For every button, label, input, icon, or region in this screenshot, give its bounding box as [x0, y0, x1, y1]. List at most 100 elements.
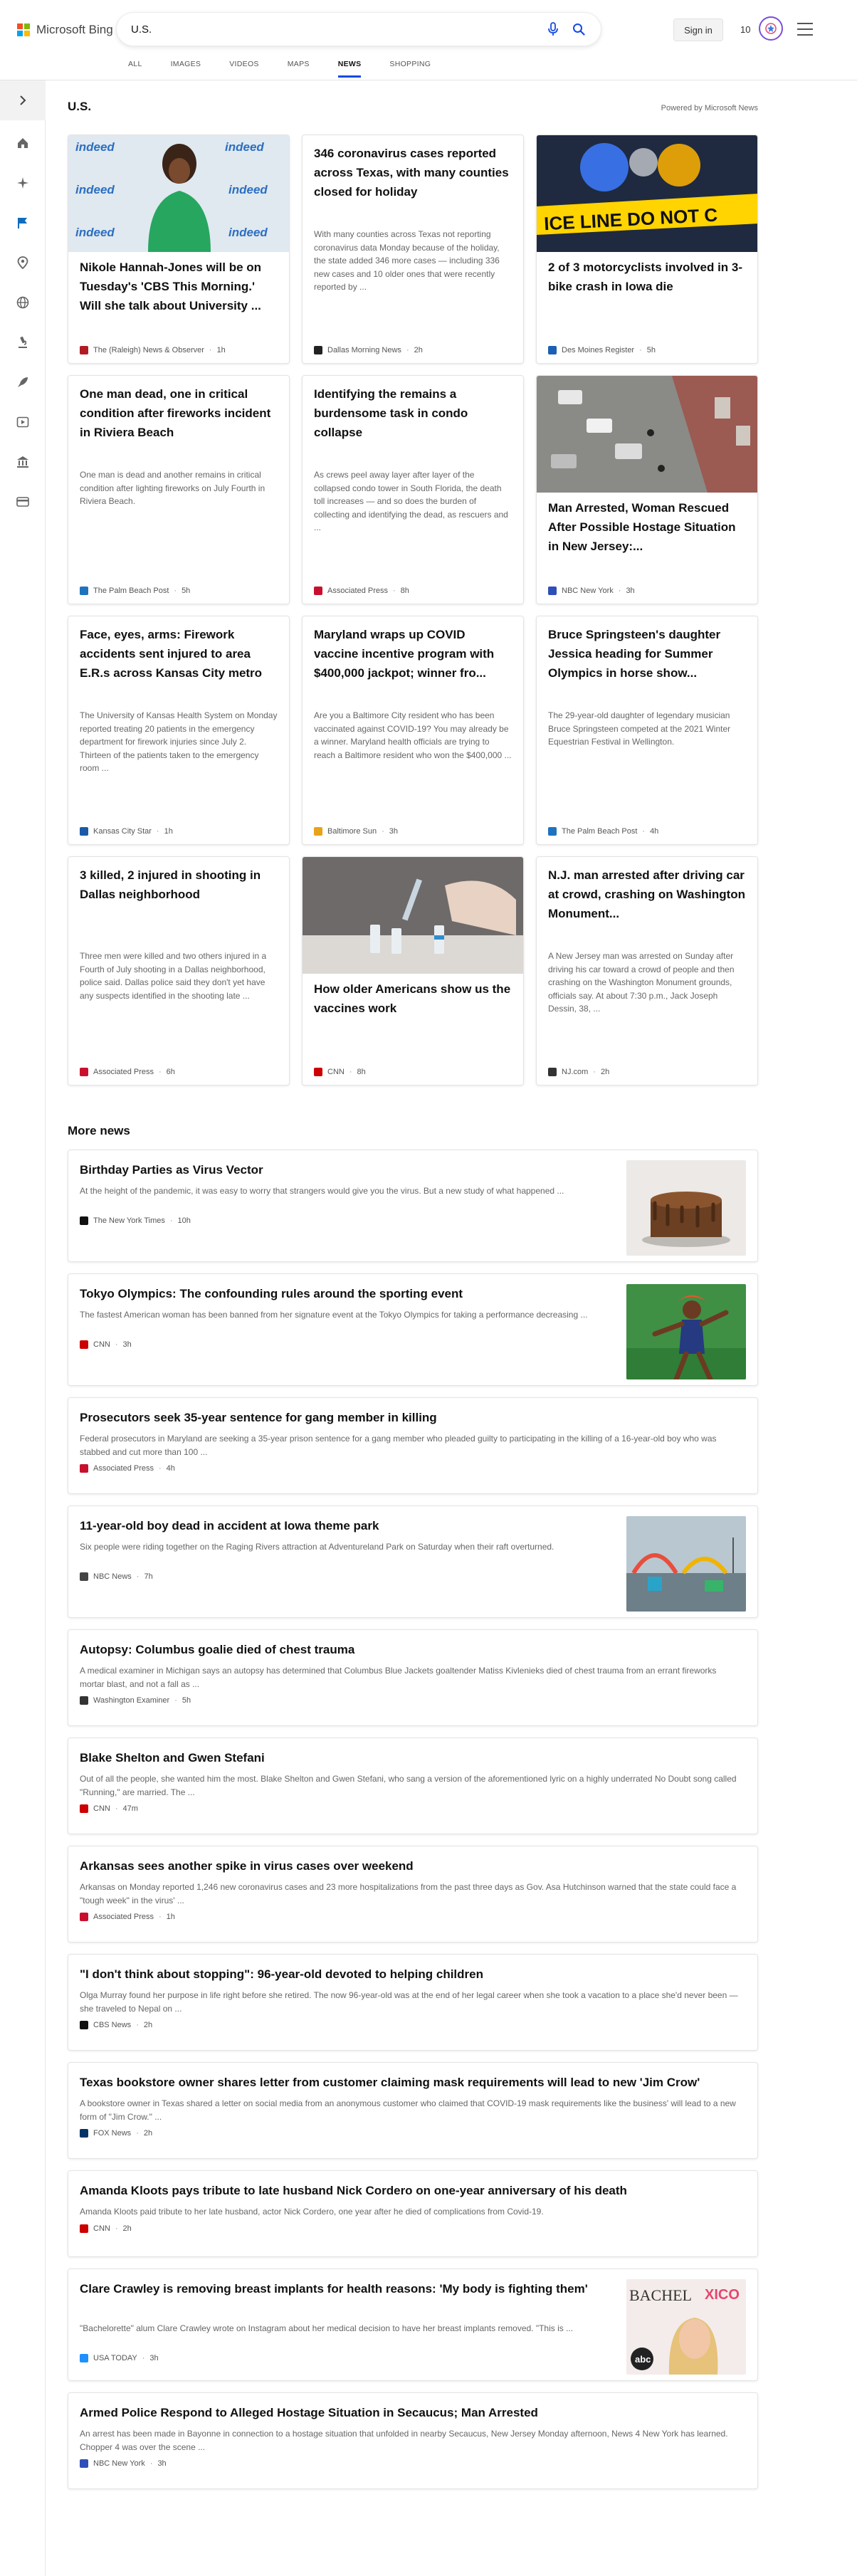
publisher-name[interactable]: CBS News — [93, 2021, 131, 2029]
microscope-icon[interactable] — [14, 334, 31, 351]
news-card-image[interactable] — [537, 376, 757, 493]
more-news-title-link[interactable]: Blake Shelton and Gwen Stefani — [80, 1749, 742, 1767]
publisher-name[interactable]: CNN — [93, 1804, 110, 1813]
home-icon[interactable] — [14, 135, 31, 152]
more-news-title-link[interactable]: Arkansas sees another spike in virus cas… — [80, 1857, 742, 1876]
publisher-name[interactable]: Associated Press — [93, 1068, 154, 1076]
publisher-name[interactable]: The Palm Beach Post — [562, 827, 637, 836]
sparkle-icon[interactable] — [14, 174, 31, 191]
flag-icon[interactable] — [14, 214, 31, 231]
news-card-title[interactable]: 346 coronavirus cases reported across Te… — [314, 144, 512, 201]
publisher-name[interactable]: The Palm Beach Post — [93, 587, 169, 595]
bing-logo[interactable]: Microsoft Bing — [17, 23, 113, 37]
news-card-title[interactable]: N.J. man arrested after driving car at c… — [548, 866, 746, 923]
tab-videos[interactable]: VIDEOS — [229, 58, 258, 78]
more-news-item[interactable]: 11-year-old boy dead in accident at Iowa… — [68, 1505, 758, 1618]
more-news-item[interactable]: Tokyo Olympics: The confounding rules ar… — [68, 1273, 758, 1386]
news-card[interactable]: Identifying the remains a burdensome tas… — [302, 375, 524, 604]
microphone-icon[interactable] — [545, 21, 561, 37]
tab-shopping[interactable]: SHOPPING — [389, 58, 431, 78]
publisher-name[interactable]: CNN — [327, 1068, 345, 1076]
more-news-title-link[interactable]: Prosecutors seek 35-year sentence for ga… — [80, 1409, 742, 1427]
expand-icon[interactable] — [0, 80, 46, 120]
publisher-name[interactable]: Associated Press — [327, 587, 388, 595]
publisher-name[interactable]: NBC New York — [562, 587, 614, 595]
more-news-item[interactable]: Blake Shelton and Gwen Stefani Out of all… — [68, 1738, 758, 1834]
more-news-title-link[interactable]: Amanda Kloots pays tribute to late husba… — [80, 2182, 742, 2200]
more-news-thumbnail[interactable] — [626, 1516, 746, 1612]
publisher-name[interactable]: The New York Times — [93, 1216, 165, 1225]
news-card-title[interactable]: How older Americans show us the vaccines… — [314, 979, 512, 1018]
more-news-item[interactable]: Texas bookstore owner shares letter from… — [68, 2062, 758, 2159]
news-card-title[interactable]: Face, eyes, arms: Firework accidents sen… — [80, 625, 278, 683]
more-news-item[interactable]: Arkansas sees another spike in virus cas… — [68, 1846, 758, 1942]
publisher-name[interactable]: Dallas Morning News — [327, 346, 401, 354]
publisher-name[interactable]: NBC News — [93, 1572, 132, 1581]
publisher-name[interactable]: Baltimore Sun — [327, 827, 377, 836]
more-news-title-link[interactable]: Tokyo Olympics: The confounding rules ar… — [80, 1285, 606, 1303]
menu-icon[interactable] — [797, 23, 813, 36]
more-news-item[interactable]: Clare Crawley is removing breast implant… — [68, 2269, 758, 2381]
news-card[interactable]: Bruce Springsteen's daughter Jessica hea… — [536, 616, 758, 845]
location-pin-icon[interactable] — [14, 254, 31, 271]
more-news-thumbnail[interactable] — [626, 1160, 746, 1256]
publisher-name[interactable]: NJ.com — [562, 1068, 588, 1076]
tab-images[interactable]: IMAGES — [171, 58, 201, 78]
news-card-title[interactable]: Identifying the remains a burdensome tas… — [314, 384, 512, 442]
news-card-image[interactable]: ICE LINE DO NOT C — [537, 135, 757, 252]
rewards-medal-icon[interactable] — [759, 16, 783, 41]
tab-all[interactable]: ALL — [128, 58, 142, 78]
publisher-name[interactable]: Washington Examiner — [93, 1696, 169, 1705]
more-news-thumbnail[interactable]: BACHEL XICO abc — [626, 2279, 746, 2375]
search-box[interactable] — [117, 13, 601, 46]
publisher-name[interactable]: The (Raleigh) News & Observer — [93, 346, 204, 354]
news-card[interactable]: Man Arrested, Woman Rescued After Possib… — [536, 375, 758, 604]
publisher-name[interactable]: NBC New York — [93, 2459, 145, 2468]
news-card-title[interactable]: Maryland wraps up COVID vaccine incentiv… — [314, 625, 512, 683]
more-news-title-link[interactable]: "I don't think about stopping": 96-year-… — [80, 1965, 742, 1984]
more-news-title-link[interactable]: Birthday Parties as Virus Vector — [80, 1161, 606, 1179]
publisher-name[interactable]: Kansas City Star — [93, 827, 152, 836]
bank-icon[interactable] — [14, 453, 31, 470]
more-news-item[interactable]: Prosecutors seek 35-year sentence for ga… — [68, 1397, 758, 1494]
news-card-title[interactable]: One man dead, one in critical condition … — [80, 384, 278, 442]
rewards-count[interactable]: 10 — [740, 24, 750, 35]
more-news-thumbnail[interactable] — [626, 1284, 746, 1379]
rocket-icon[interactable] — [14, 374, 31, 391]
publisher-name[interactable]: FOX News — [93, 2129, 131, 2138]
globe-icon[interactable] — [14, 294, 31, 311]
more-news-item[interactable]: Autopsy: Columbus goalie died of chest t… — [68, 1629, 758, 1726]
search-icon[interactable] — [571, 21, 587, 37]
news-card[interactable]: 3 killed, 2 injured in shooting in Dalla… — [68, 856, 290, 1085]
sign-in-button[interactable]: Sign in — [673, 19, 723, 41]
more-news-title-link[interactable]: Clare Crawley is removing breast implant… — [80, 2280, 606, 2298]
news-card-image[interactable] — [303, 857, 523, 974]
more-news-item[interactable]: Amanda Kloots pays tribute to late husba… — [68, 2170, 758, 2257]
publisher-name[interactable]: CNN — [93, 1340, 110, 1349]
more-news-title-link[interactable]: Texas bookstore owner shares letter from… — [80, 2073, 742, 2092]
news-card[interactable]: 346 coronavirus cases reported across Te… — [302, 135, 524, 364]
publisher-name[interactable]: Associated Press — [93, 1913, 154, 1921]
film-icon[interactable] — [14, 414, 31, 431]
tab-maps[interactable]: MAPS — [288, 58, 310, 78]
more-news-title-link[interactable]: Armed Police Respond to Alleged Hostage … — [80, 2404, 742, 2422]
more-news-item[interactable]: "I don't think about stopping": 96-year-… — [68, 1954, 758, 2051]
search-input[interactable] — [131, 23, 535, 36]
news-card-image[interactable]: indeed indeed indeed indeed indeed indeed — [68, 135, 289, 252]
news-card[interactable]: N.J. man arrested after driving car at c… — [536, 856, 758, 1085]
publisher-name[interactable]: USA TODAY — [93, 2354, 137, 2362]
news-card-title[interactable]: 3 killed, 2 injured in shooting in Dalla… — [80, 866, 278, 904]
powered-by-label[interactable]: Powered by Microsoft News — [661, 104, 758, 112]
tab-news[interactable]: NEWS — [337, 58, 362, 78]
news-card[interactable]: One man dead, one in critical condition … — [68, 375, 290, 604]
news-card-title[interactable]: Bruce Springsteen's daughter Jessica hea… — [548, 625, 746, 683]
publisher-name[interactable]: Associated Press — [93, 1464, 154, 1473]
news-card[interactable]: ICE LINE DO NOT C 2 of 3 motorcyclists in… — [536, 135, 758, 364]
credit-card-icon[interactable] — [14, 493, 31, 510]
news-card[interactable]: indeed indeed indeed indeed indeed indeed Niko… — [68, 135, 290, 364]
news-card[interactable]: How older Americans show us the vaccines… — [302, 856, 524, 1085]
more-news-title-link[interactable]: Autopsy: Columbus goalie died of chest t… — [80, 1641, 742, 1659]
news-card-title[interactable]: Man Arrested, Woman Rescued After Possib… — [548, 498, 746, 556]
publisher-name[interactable]: CNN — [93, 2224, 110, 2233]
more-news-item[interactable]: Birthday Parties as Virus Vector At the h… — [68, 1150, 758, 1262]
